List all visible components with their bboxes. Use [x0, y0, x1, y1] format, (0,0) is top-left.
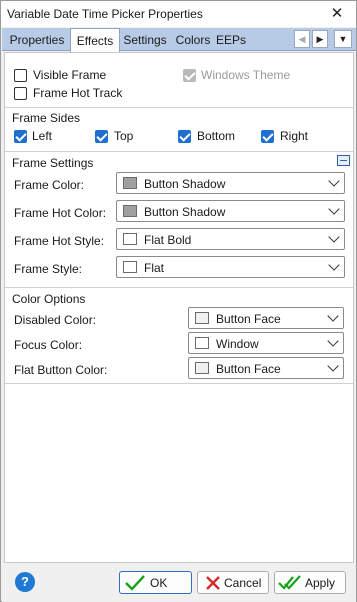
- frame-style-value: Flat: [144, 261, 165, 275]
- left-side-checkbox[interactable]: [14, 130, 27, 143]
- top-side-label: Top: [114, 129, 134, 143]
- frame-hot-color-dropdown[interactable]: Button Shadow: [116, 200, 345, 222]
- windows-theme-label: Windows Theme: [201, 68, 291, 82]
- focus-color-label: Focus Color:: [14, 338, 83, 352]
- chevron-down-icon: [328, 259, 340, 271]
- tab-effects[interactable]: Effects: [70, 28, 120, 52]
- chevron-down-icon: [327, 335, 339, 347]
- color-swatch: [195, 312, 209, 324]
- help-icon[interactable]: ?: [15, 572, 35, 592]
- chevron-down-icon: [328, 175, 340, 187]
- frame-color-label: Frame Color:: [14, 178, 85, 192]
- chevron-down-icon: [328, 231, 340, 243]
- flat-button-color-dropdown[interactable]: Button Face: [188, 357, 344, 379]
- apply-label: Apply: [305, 576, 336, 590]
- bottom-side-label: Bottom: [197, 129, 236, 143]
- tab-properties[interactable]: Properties: [6, 30, 68, 51]
- apply-button[interactable]: Apply: [274, 571, 346, 594]
- color-options-heading: Color Options: [12, 292, 86, 306]
- chevron-down-icon: [327, 360, 339, 372]
- frame-sides-heading: Frame Sides: [12, 111, 81, 125]
- frame-color-value: Button Shadow: [144, 177, 226, 191]
- close-icon[interactable]: ✕: [328, 4, 346, 22]
- effects-panel: Visible Frame Windows Theme Frame Hot Tr…: [4, 52, 354, 563]
- frame-hot-track-checkbox[interactable]: [14, 87, 27, 100]
- chevron-down-icon: [327, 310, 339, 322]
- collapse-icon[interactable]: [337, 155, 350, 166]
- check-icon: [125, 575, 145, 591]
- divider: [5, 107, 353, 108]
- tab-menu-icon[interactable]: ▼: [334, 30, 352, 48]
- tab-scroll-left-icon[interactable]: ◀: [294, 30, 310, 48]
- window-title: Variable Date Time Picker Properties: [7, 7, 203, 21]
- double-check-icon: [278, 575, 301, 590]
- right-side-label: Right: [280, 129, 309, 143]
- title-bar: Variable Date Time Picker Properties ✕: [1, 1, 356, 27]
- right-side-checkbox[interactable]: [261, 130, 274, 143]
- frame-hot-style-dropdown[interactable]: Flat Bold: [116, 228, 345, 250]
- ok-button[interactable]: OK: [119, 571, 192, 594]
- cancel-label: Cancel: [224, 576, 262, 590]
- frame-hot-color-label: Frame Hot Color:: [14, 206, 107, 220]
- style-swatch: [123, 233, 137, 245]
- frame-hot-style-label: Frame Hot Style:: [14, 234, 105, 248]
- frame-settings-heading: Frame Settings: [12, 156, 94, 170]
- visible-frame-checkbox[interactable]: [14, 69, 27, 82]
- chevron-down-icon: [328, 203, 340, 215]
- frame-style-label: Frame Style:: [14, 262, 83, 276]
- frame-hot-track-label: Frame Hot Track: [33, 86, 123, 100]
- x-icon: [206, 576, 220, 590]
- divider: [5, 151, 353, 152]
- cancel-button[interactable]: Cancel: [197, 571, 269, 594]
- focus-color-value: Window: [216, 337, 259, 351]
- top-side-checkbox[interactable]: [95, 130, 108, 143]
- tab-colors[interactable]: Colors: [172, 30, 214, 51]
- tab-strip: Properties Effects Settings Colors EEPs …: [2, 28, 356, 52]
- disabled-color-dropdown[interactable]: Button Face: [188, 307, 344, 329]
- divider: [5, 383, 353, 384]
- color-swatch: [195, 337, 209, 349]
- frame-color-dropdown[interactable]: Button Shadow: [116, 172, 345, 194]
- flat-button-color-label: Flat Button Color:: [14, 363, 108, 377]
- frame-hot-style-value: Flat Bold: [144, 233, 192, 247]
- focus-color-dropdown[interactable]: Window: [188, 332, 344, 354]
- frame-hot-color-value: Button Shadow: [144, 205, 226, 219]
- ok-label: OK: [150, 576, 168, 590]
- divider: [5, 287, 353, 288]
- style-swatch: [123, 261, 137, 273]
- visible-frame-label: Visible Frame: [33, 68, 107, 82]
- dialog-footer: ? OK Cancel Apply: [2, 564, 356, 602]
- color-swatch: [123, 177, 137, 189]
- flat-button-color-value: Button Face: [216, 362, 281, 376]
- bottom-side-checkbox[interactable]: [178, 130, 191, 143]
- left-side-label: Left: [32, 129, 53, 143]
- color-swatch: [123, 205, 137, 217]
- frame-style-dropdown[interactable]: Flat: [116, 256, 345, 278]
- tab-eeps[interactable]: EEPs: [216, 30, 246, 51]
- tab-settings[interactable]: Settings: [121, 30, 169, 51]
- tab-scroll-right-icon[interactable]: ▶: [312, 30, 328, 48]
- disabled-color-label: Disabled Color:: [14, 313, 97, 327]
- windows-theme-checkbox[interactable]: [183, 69, 196, 82]
- disabled-color-value: Button Face: [216, 312, 281, 326]
- color-swatch: [195, 362, 209, 374]
- dialog-window: Variable Date Time Picker Properties ✕ P…: [0, 0, 357, 602]
